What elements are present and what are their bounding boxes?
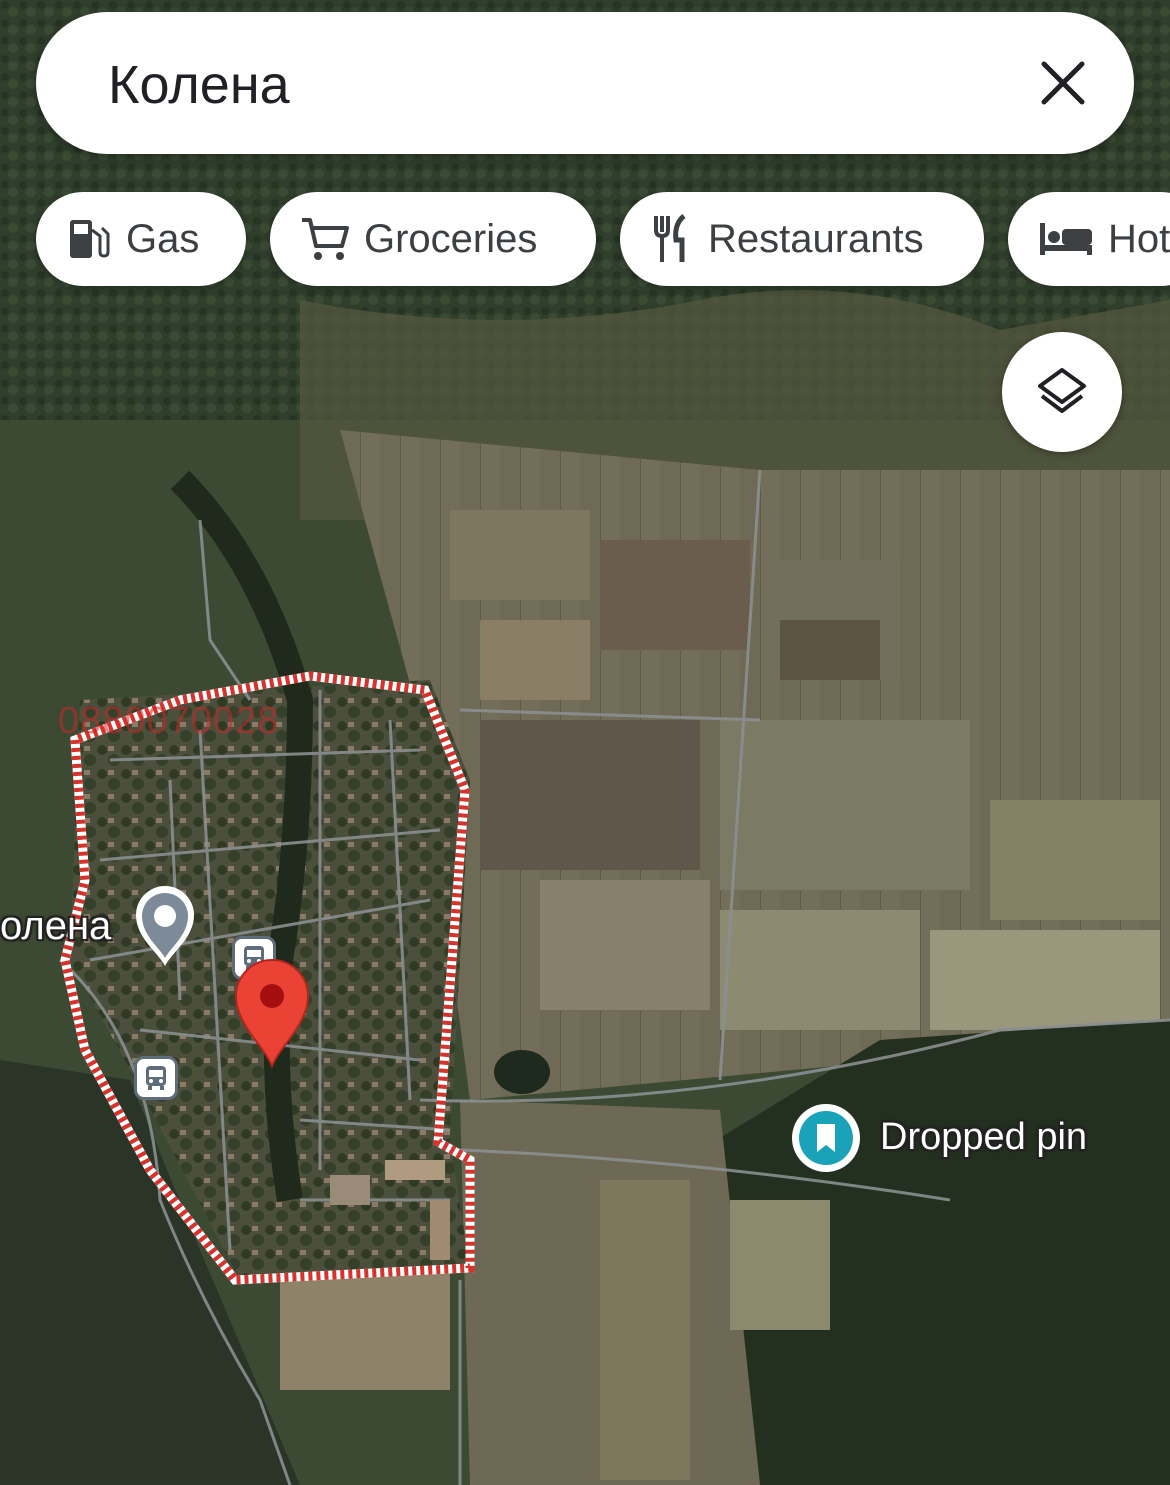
search-input[interactable]: Колена <box>108 54 290 116</box>
chip-gas-label: Gas <box>126 216 200 261</box>
chip-gas[interactable]: Gas <box>36 192 246 286</box>
gas-station-icon <box>70 220 110 258</box>
chip-hotels-label: Hot <box>1108 216 1170 261</box>
chip-groceries-label: Groceries <box>364 216 538 261</box>
chip-restaurants[interactable]: Restaurants <box>620 192 984 286</box>
chip-groceries[interactable]: Groceries <box>270 192 596 286</box>
place-marker-icon[interactable] <box>130 882 200 968</box>
phone-watermark: 0880070028 <box>58 700 280 742</box>
dropped-pin-label[interactable]: Dropped pin <box>880 1116 1087 1159</box>
chip-hotels[interactable]: Hot <box>1008 192 1170 286</box>
fork-knife-icon <box>654 214 686 262</box>
bed-icon <box>1040 223 1092 255</box>
red-marker-icon[interactable] <box>232 958 312 1070</box>
shopping-cart-icon <box>302 218 349 260</box>
close-button[interactable] <box>1030 50 1096 116</box>
search-bar[interactable]: Колена <box>36 12 1134 154</box>
layers-icon <box>1038 368 1086 413</box>
close-icon <box>1041 61 1085 105</box>
dropped-pin-icon[interactable] <box>790 1102 862 1174</box>
chip-restaurants-label: Restaurants <box>708 216 924 261</box>
village-label[interactable]: олена <box>0 904 111 949</box>
bus-stop-icon[interactable] <box>134 1056 178 1100</box>
layers-button[interactable] <box>1002 332 1122 452</box>
